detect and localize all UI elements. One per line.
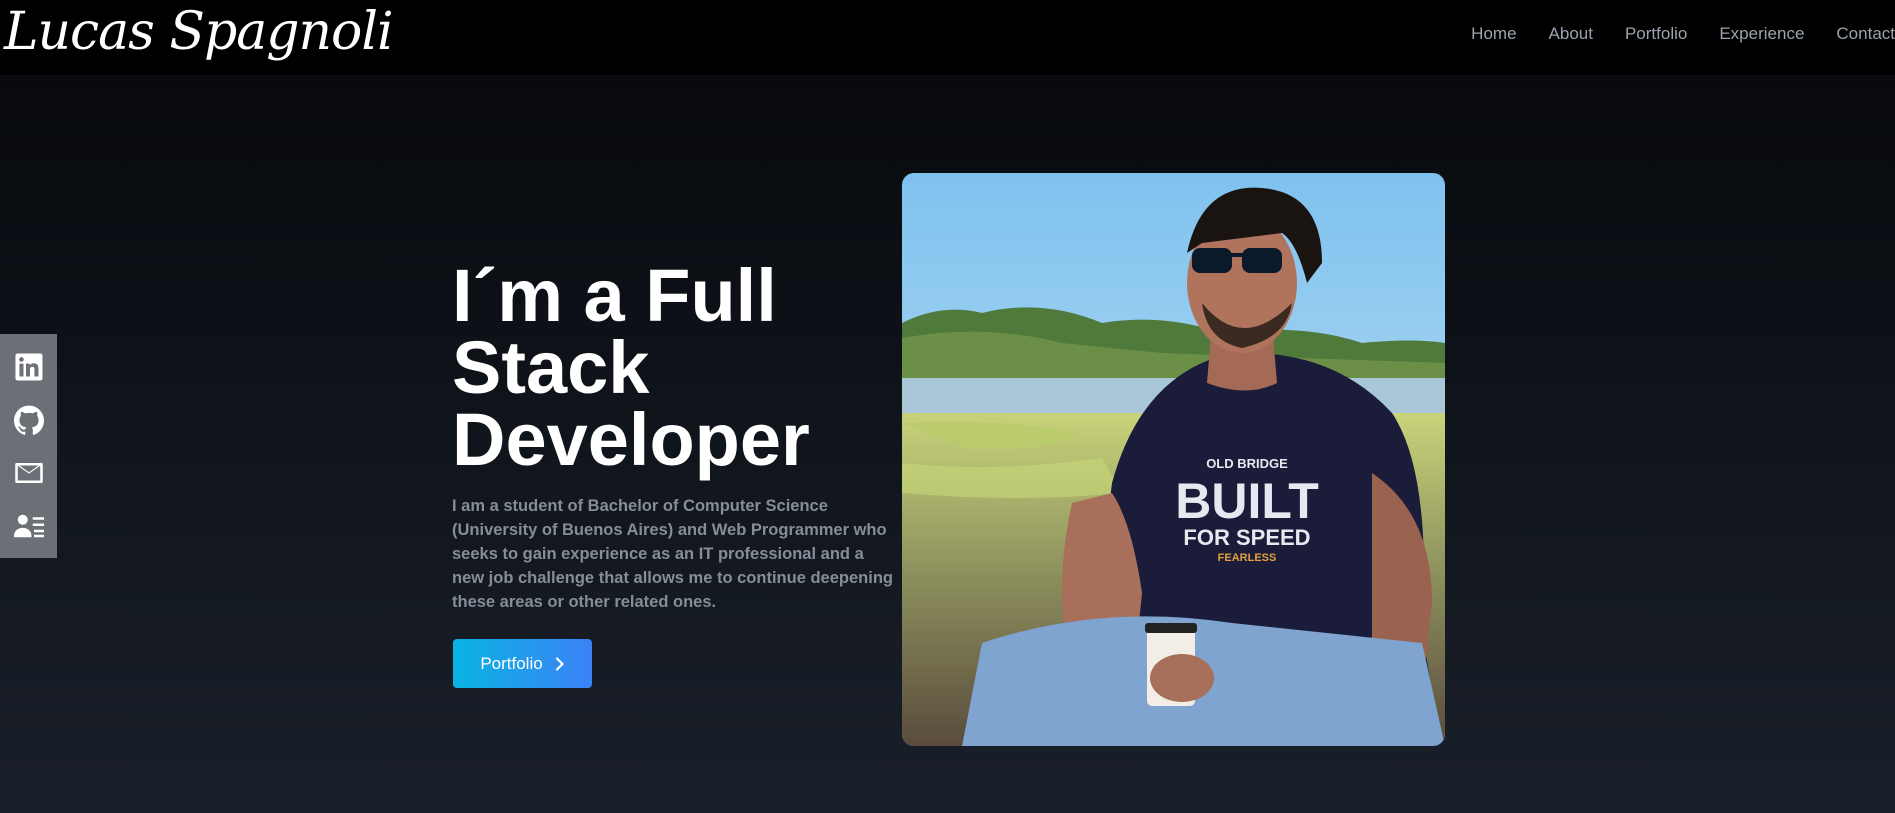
hero-title: I´m a Full Stack Developer [452,254,810,481]
shirt-text-line3: FOR SPEED [1183,525,1310,550]
shirt-text-line4: FEARLESS [1218,552,1277,564]
nav-link-about[interactable]: About [1549,24,1593,44]
github-link[interactable] [0,394,57,446]
social-sidebar [0,334,57,558]
brand-logo[interactable]: Lucas Spagnoli [4,2,394,62]
profile-photo: OLD BRIDGE BUILT FOR SPEED FEARLESS [902,173,1445,746]
nav-menu: Home About Portfolio Experience Contact [1439,0,1895,68]
hero-description: I am a student of Bachelor of Computer S… [452,497,893,611]
portfolio-button-label: Portfolio [480,653,543,673]
hero-section: I´m a Full Stack Developer I am a studen… [452,254,902,614]
profile-photo-illustration: OLD BRIDGE BUILT FOR SPEED FEARLESS [902,173,1445,746]
resume-icon [13,514,44,537]
shirt-text-line2: BUILT [1175,473,1318,529]
mail-icon [14,462,43,483]
github-icon [13,405,44,435]
nav-link-home[interactable]: Home [1471,24,1516,44]
navbar: Lucas Spagnoli Home About Portfolio Expe… [0,0,1895,75]
portfolio-button[interactable]: Portfolio [453,639,592,688]
email-link[interactable] [0,447,57,499]
shirt-text-line1: OLD BRIDGE [1206,456,1288,471]
chevron-right-icon [555,656,564,671]
nav-link-experience[interactable]: Experience [1719,24,1804,44]
nav-link-portfolio[interactable]: Portfolio [1625,24,1687,44]
resume-link[interactable] [0,500,57,552]
linkedin-icon [14,352,42,380]
nav-link-contact[interactable]: Contact [1836,24,1895,44]
linkedin-link[interactable] [0,341,57,393]
